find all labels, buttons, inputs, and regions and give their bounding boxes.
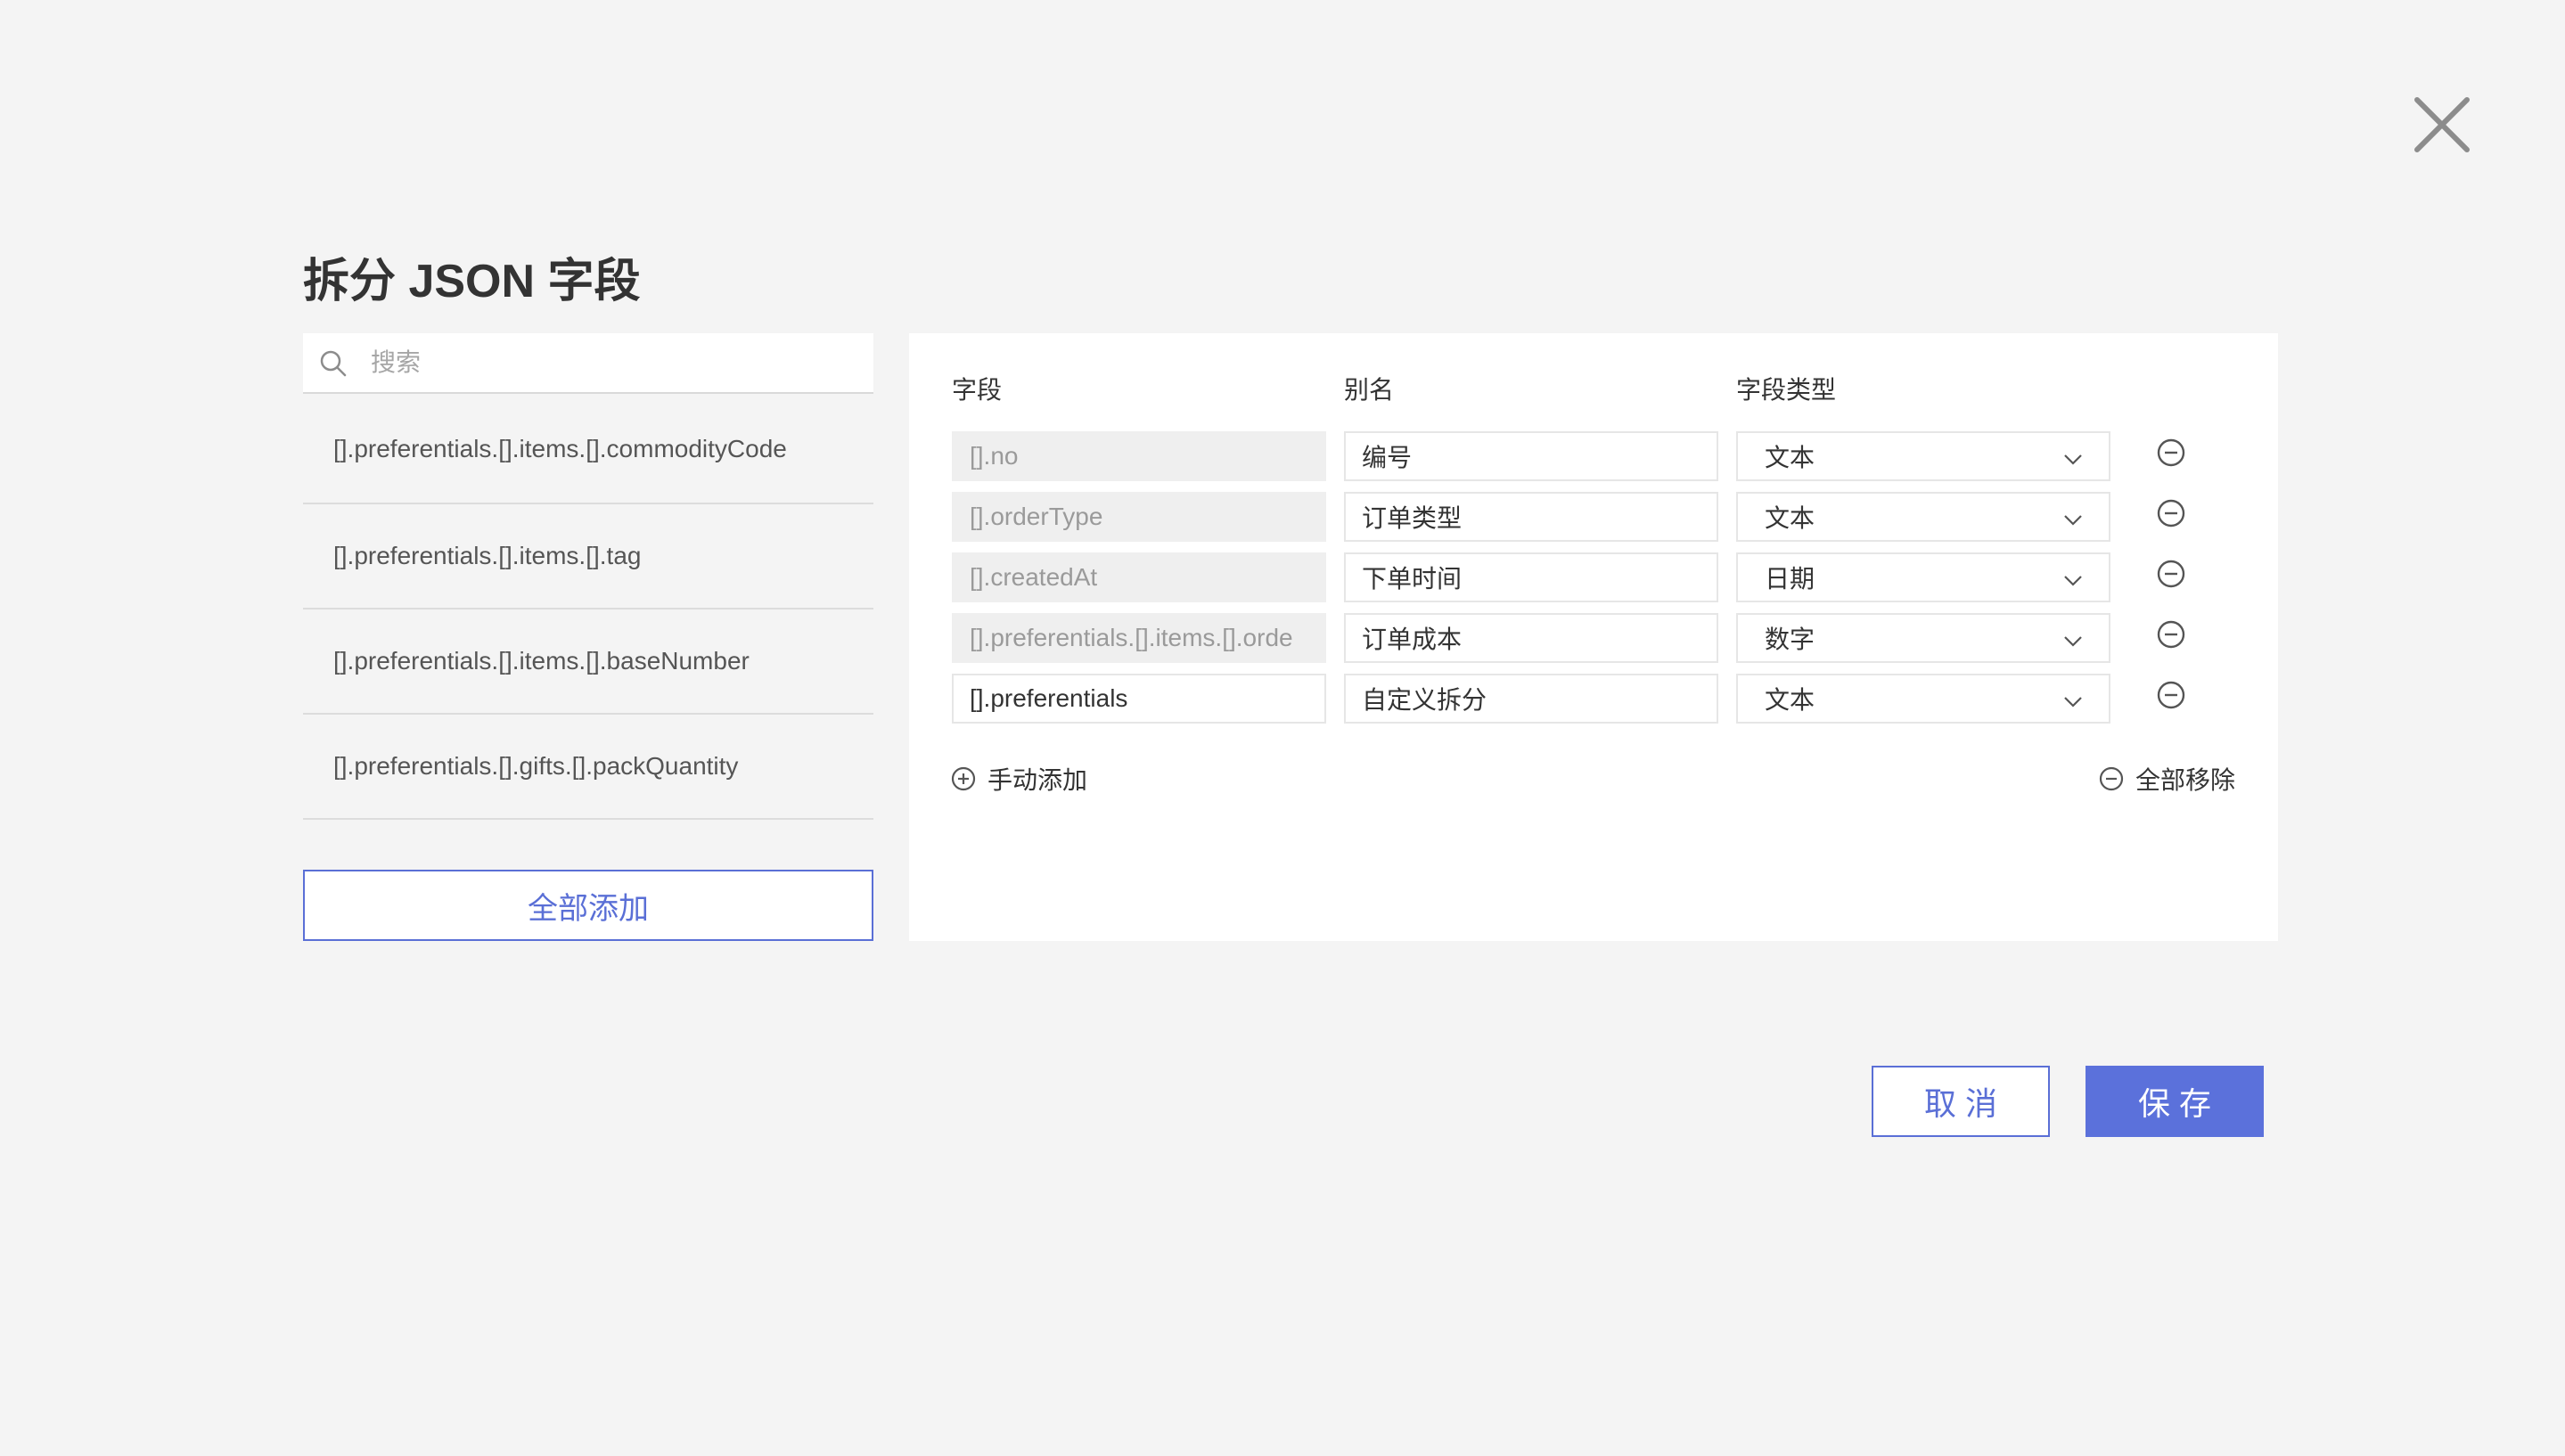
plus-circle-icon — [951, 766, 976, 791]
alias-input[interactable]: 编号 — [1344, 431, 1718, 481]
remove-all-button[interactable]: 全部移除 — [2098, 761, 2235, 797]
type-select[interactable]: 日期 — [1736, 552, 2110, 602]
available-field-list: [].preferentials.[].items.[].commodityCo… — [303, 396, 873, 820]
add-all-button[interactable]: 全部添加 — [303, 870, 873, 941]
type-select-value: 文本 — [1765, 444, 1815, 471]
type-select[interactable]: 数字 — [1736, 613, 2110, 663]
table-row: [].preferentials 自定义拆分 文本 — [952, 674, 2235, 724]
column-header-field: 字段 — [952, 376, 1003, 404]
type-select-value: 日期 — [1765, 565, 1815, 593]
remove-row-icon[interactable] — [2155, 679, 2187, 711]
list-item[interactable]: [].preferentials.[].items.[].tag — [303, 504, 873, 609]
table-row: [].orderType 订单类型 文本 — [952, 492, 2235, 542]
field-path-input[interactable]: [].preferentials — [952, 674, 1326, 724]
table-row: [].preferentials.[].items.[].orde 订单成本 数… — [952, 613, 2235, 663]
search-box — [303, 333, 873, 394]
alias-input[interactable]: 下单时间 — [1344, 552, 1718, 602]
field-path-readonly: [].no — [952, 431, 1326, 481]
alias-input[interactable]: 订单成本 — [1344, 613, 1718, 663]
chevron-down-icon — [2064, 515, 2082, 526]
search-input[interactable] — [371, 333, 852, 392]
chevron-down-icon — [2064, 454, 2082, 465]
remove-row-icon[interactable] — [2155, 618, 2187, 650]
chevron-down-icon — [2064, 576, 2082, 586]
table-row: [].no 编号 文本 — [952, 431, 2235, 481]
type-select-value: 文本 — [1765, 686, 1815, 714]
list-item[interactable]: [].preferentials.[].gifts.[].packQuantit… — [303, 715, 873, 820]
type-select-value: 文本 — [1765, 504, 1815, 532]
chevron-down-icon — [2064, 636, 2082, 647]
column-header-alias: 别名 — [1344, 376, 1395, 404]
field-path-readonly: [].orderType — [952, 492, 1326, 542]
manual-add-button[interactable]: 手动添加 — [950, 761, 1087, 797]
remove-row-icon[interactable] — [2155, 437, 2187, 469]
remove-row-icon[interactable] — [2155, 497, 2187, 529]
alias-input[interactable]: 订单类型 — [1344, 492, 1718, 542]
list-item[interactable]: [].preferentials.[].items.[].baseNumber — [303, 609, 873, 715]
close-icon — [2414, 97, 2470, 152]
save-button[interactable]: 保 存 — [2086, 1066, 2264, 1137]
type-select[interactable]: 文本 — [1736, 492, 2110, 542]
field-mapping-panel: 字段 别名 字段类型 [].no 编号 文本 [].orderType 订单类型… — [909, 333, 2278, 941]
chevron-down-icon — [2064, 697, 2082, 708]
manual-add-label: 手动添加 — [987, 766, 1088, 794]
list-item[interactable]: [].preferentials.[].items.[].commodityCo… — [303, 396, 873, 504]
close-button[interactable] — [2406, 89, 2478, 160]
minus-circle-icon — [2099, 766, 2124, 791]
dialog-title: 拆分 JSON 字段 — [303, 256, 641, 307]
cancel-button[interactable]: 取 消 — [1872, 1066, 2050, 1137]
column-header-type: 字段类型 — [1736, 376, 1837, 404]
remove-row-icon[interactable] — [2155, 558, 2187, 590]
type-select-value: 数字 — [1765, 626, 1815, 653]
remove-all-label: 全部移除 — [2135, 766, 2236, 794]
alias-input[interactable]: 自定义拆分 — [1344, 674, 1718, 724]
field-path-readonly: [].createdAt — [952, 552, 1326, 602]
table-row: [].createdAt 下单时间 日期 — [952, 552, 2235, 602]
field-path-readonly: [].preferentials.[].items.[].orde — [952, 613, 1326, 663]
type-select[interactable]: 文本 — [1736, 431, 2110, 481]
type-select[interactable]: 文本 — [1736, 674, 2110, 724]
search-icon — [320, 350, 347, 377]
